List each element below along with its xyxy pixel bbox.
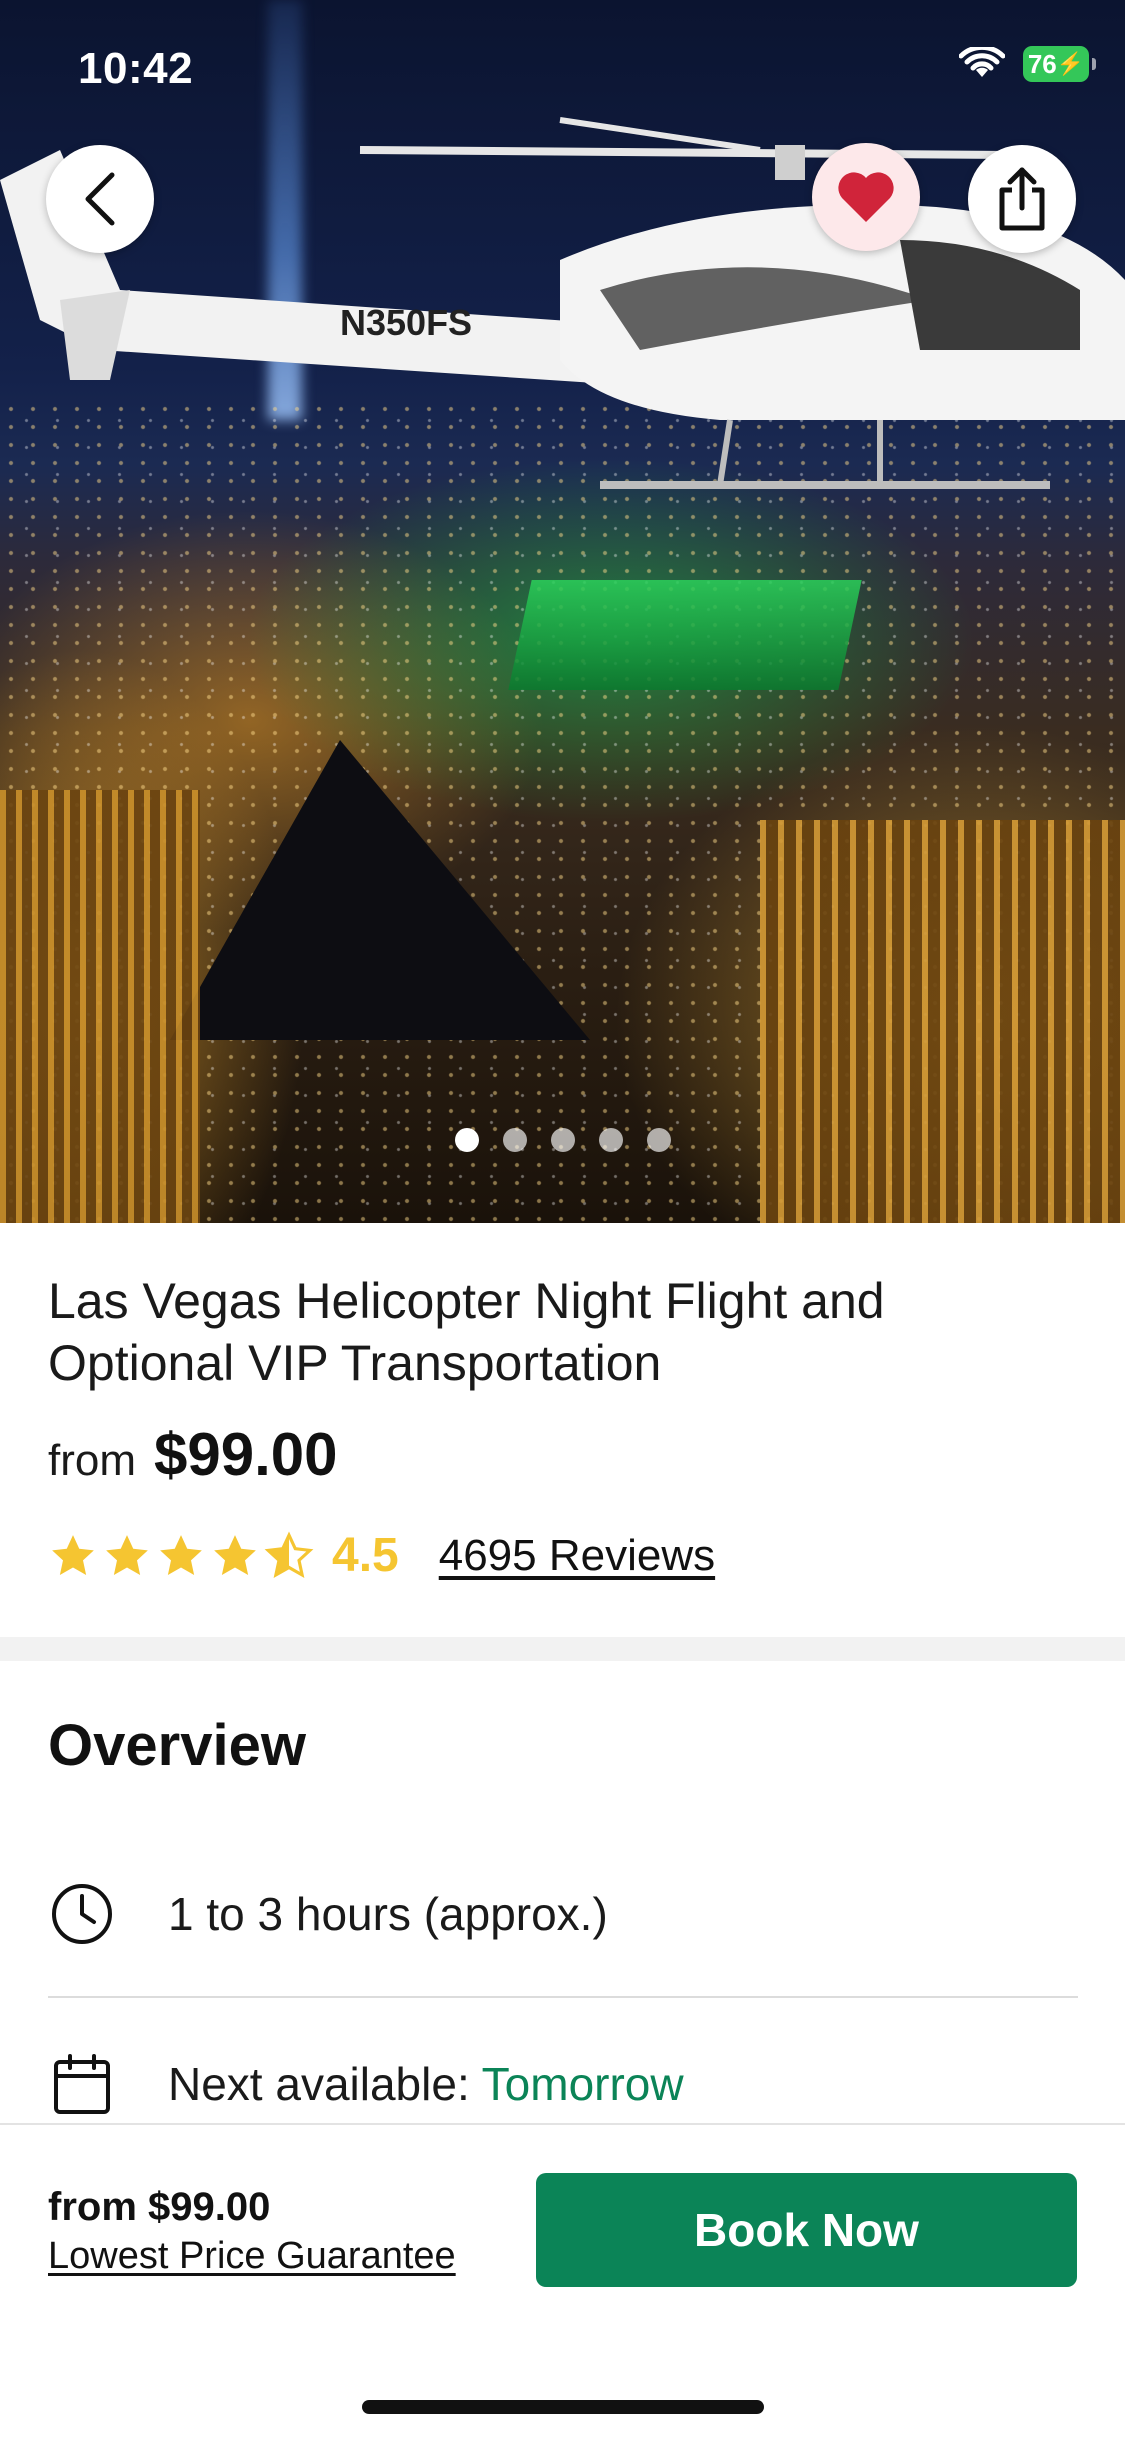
tour-title: Las Vegas Helicopter Night Flight and Op… <box>48 1273 885 1391</box>
share-icon <box>999 167 1045 231</box>
book-now-button[interactable]: Book Now <box>536 2173 1077 2287</box>
booking-bar: from $99.00 Lowest Price Guarantee Book … <box>0 2123 1125 2438</box>
carousel-dot[interactable] <box>550 1128 575 1152</box>
next-available-value[interactable]: Tomorrow <box>482 2058 684 2110</box>
hero-image[interactable]: N350FS 10:42 76 ⚡ <box>0 0 1125 1223</box>
next-available-label: Next available: <box>168 2058 470 2110</box>
star-icon <box>106 1534 148 1575</box>
back-button[interactable] <box>46 145 154 253</box>
star-icon <box>52 1534 94 1575</box>
gold-tower-left <box>0 790 200 1223</box>
star-icon <box>160 1534 202 1575</box>
heart-icon <box>838 172 894 222</box>
star-icon <box>214 1534 256 1575</box>
divider <box>48 1996 1078 1998</box>
rating-value: 4.5 <box>332 1529 399 1582</box>
carousel-dot[interactable] <box>646 1128 671 1152</box>
overview-heading: Overview <box>48 1713 306 1778</box>
half-star-icon <box>264 1530 314 1578</box>
status-icons: 76 ⚡ <box>959 46 1096 82</box>
duration-row: 1 to 3 hours (approx.) <box>48 1880 608 1948</box>
wifi-icon <box>959 47 1005 77</box>
status-time: 10:42 <box>78 44 194 93</box>
star-rating <box>48 1530 314 1581</box>
battery-icon: 76 ⚡ <box>1023 46 1096 82</box>
pyramid-building <box>170 740 590 1040</box>
price-value: $99.00 <box>154 1421 338 1488</box>
carousel-dot[interactable] <box>454 1128 479 1152</box>
duration-text: 1 to 3 hours (approx.) <box>168 1888 608 1940</box>
rating-row: 4.5 4695 Reviews <box>48 1528 715 1583</box>
lowest-price-guarantee-link[interactable]: Lowest Price Guarantee <box>48 2235 456 2278</box>
green-hotel <box>508 580 862 690</box>
from-label: from <box>48 1436 136 1485</box>
availability-row: Next available: Tomorrow <box>48 2050 684 2118</box>
share-button[interactable] <box>968 145 1076 253</box>
helicopter-graphic: N350FS <box>0 117 1125 489</box>
reviews-link[interactable]: 4695 Reviews <box>439 1531 715 1581</box>
favorite-button[interactable] <box>812 143 920 251</box>
section-separator <box>0 1637 1125 1661</box>
carousel-dot[interactable] <box>502 1128 527 1152</box>
home-indicator[interactable] <box>362 2400 764 2414</box>
gold-tower-right <box>760 820 1125 1223</box>
booking-bar-price: from $99.00 <box>48 2185 271 2229</box>
clock-icon <box>48 1880 116 1948</box>
chevron-left-icon <box>85 172 115 226</box>
carousel-dot[interactable] <box>598 1128 623 1152</box>
price-row: from $99.00 <box>48 1420 338 1489</box>
calendar-icon <box>48 2050 116 2118</box>
carousel-dots[interactable] <box>0 1128 1125 1152</box>
battery-level: 76 <box>1027 48 1057 79</box>
helicopter-registration: N350FS <box>340 302 472 343</box>
availability-text: Next available: Tomorrow <box>168 2057 684 2111</box>
